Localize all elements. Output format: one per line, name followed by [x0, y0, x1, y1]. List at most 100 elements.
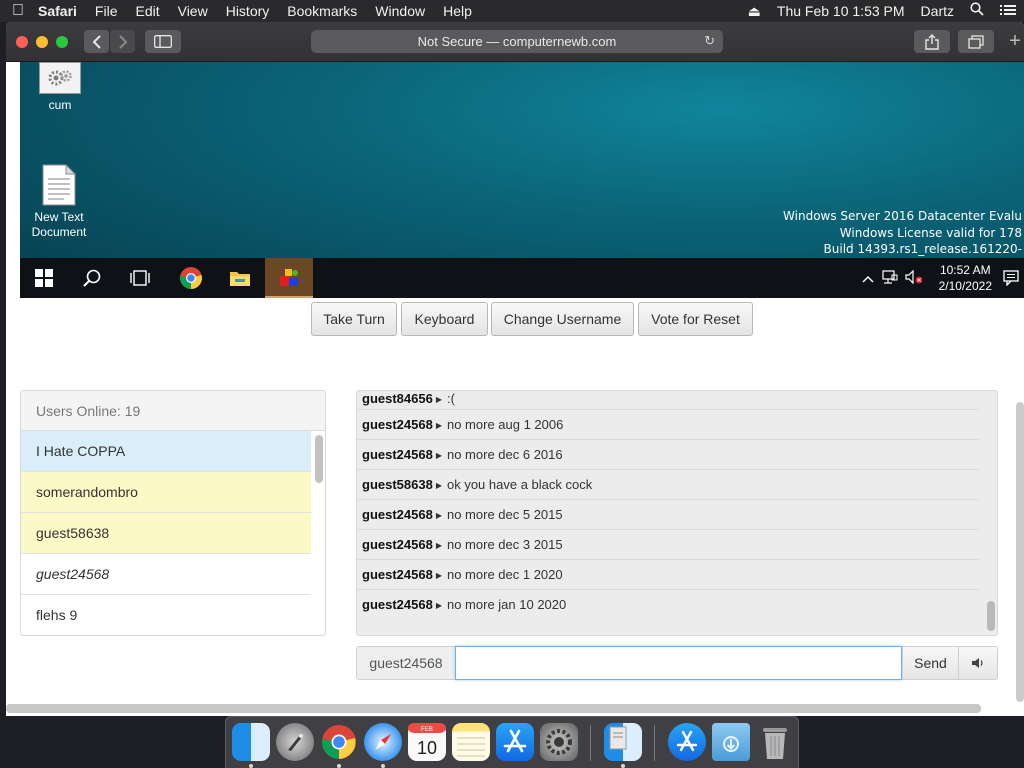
menu-bookmarks[interactable]: Bookmarks [278, 0, 366, 22]
menu-history[interactable]: History [217, 0, 279, 22]
chat-text: :( [446, 391, 455, 406]
chat-username: guest24568 [362, 447, 433, 462]
chrome-taskbar-icon[interactable] [167, 258, 215, 298]
windows-taskbar: 10:52 AM 2/10/2022 [20, 258, 1024, 298]
volume-muted-icon[interactable] [902, 269, 926, 287]
chat-scrollbar-thumb[interactable] [987, 601, 995, 631]
window-close-button[interactable] [16, 36, 28, 48]
chat-username: guest24568 [362, 567, 433, 582]
share-icon [925, 33, 939, 50]
system-tray [858, 258, 926, 298]
applications-folder-icon[interactable] [668, 723, 706, 761]
user-list-item-self[interactable]: guest24568 [21, 554, 311, 595]
chat-message-input[interactable] [455, 646, 902, 680]
desktop-icon-new-text-document[interactable]: New Text Document [20, 163, 99, 240]
apple-icon[interactable]:  [0, 2, 36, 20]
chat-username: guest84656 [362, 391, 433, 406]
user-list-item[interactable]: guest58638 [21, 513, 311, 554]
chat-message: guest24568 ▶ no more dec 3 2015 [357, 530, 979, 560]
share-button[interactable] [914, 30, 950, 53]
vote-for-reset-button[interactable]: Vote for Reset [638, 302, 753, 336]
eject-icon[interactable]: ⏏ [740, 0, 769, 22]
windows-start-icon[interactable] [20, 258, 68, 298]
svg-text:FEB: FEB [421, 727, 433, 733]
spotlight-search-icon[interactable] [962, 0, 992, 22]
windows-clock[interactable]: 10:52 AM 2/10/2022 [939, 262, 992, 294]
running-indicator [621, 764, 625, 768]
caret-right-icon: ▶ [435, 481, 442, 490]
forward-button[interactable] [110, 30, 135, 53]
calendar-icon[interactable]: FEB 10 [408, 723, 446, 761]
tabs-overview-button[interactable] [958, 30, 994, 53]
caret-right-icon: ▶ [435, 421, 442, 430]
chat-username-label: guest24568 [356, 646, 456, 680]
keyboard-button[interactable]: Keyboard [401, 302, 488, 336]
window-zoom-button[interactable] [56, 36, 68, 48]
notes-icon[interactable] [452, 723, 490, 761]
safari-window: Not Secure — computernewb.com ↻ + cum Ne… [6, 22, 1024, 716]
back-button[interactable] [84, 30, 109, 53]
user-list-item[interactable]: I Hate COPPA [21, 431, 311, 472]
menu-edit[interactable]: Edit [126, 0, 168, 22]
caret-right-icon: ▶ [435, 541, 442, 550]
app-taskbar-icon-active[interactable] [265, 258, 313, 298]
app-store-icon[interactable] [496, 723, 534, 761]
desktop-icon-cum[interactable]: cum [20, 62, 100, 113]
menubar-user[interactable]: Dartz [913, 0, 962, 22]
running-indicator [381, 764, 385, 768]
users-scrollbar-thumb[interactable] [315, 435, 323, 483]
reload-icon[interactable]: ↻ [704, 33, 715, 49]
clock-time: 10:52 AM [939, 263, 991, 277]
window-minimize-button[interactable] [36, 36, 48, 48]
finder-window-icon[interactable] [604, 723, 642, 761]
chat-scrollbar[interactable] [987, 395, 995, 633]
menu-view[interactable]: View [169, 0, 217, 22]
safari-toolbar: Not Secure — computernewb.com ↻ + [6, 22, 1024, 62]
desktop-icon-label: cum [48, 98, 72, 112]
chat-username: guest24568 [362, 537, 433, 552]
menu-file[interactable]: File [86, 0, 127, 22]
chrome-icon[interactable] [320, 723, 358, 761]
running-indicator [249, 764, 253, 768]
notifications-icon[interactable] [996, 258, 1024, 298]
users-online-panel: Users Online: 19 I Hate COPPA somerandom… [20, 390, 326, 636]
windows-search-icon[interactable] [68, 258, 116, 298]
new-tab-button[interactable]: + [1006, 30, 1024, 53]
take-turn-button[interactable]: Take Turn [311, 302, 397, 336]
safari-compass-icon[interactable] [364, 723, 402, 761]
task-view-icon[interactable] [116, 258, 164, 298]
sidebar-toggle-button[interactable] [145, 30, 181, 53]
launchpad-icon[interactable] [276, 723, 314, 761]
send-button[interactable]: Send [902, 646, 959, 680]
page-horizontal-scrollbar[interactable] [6, 704, 981, 713]
settings-file-icon [39, 62, 81, 94]
control-center-icon[interactable] [992, 0, 1024, 22]
system-preferences-icon[interactable] [540, 723, 578, 761]
chat-text: no more dec 1 2020 [446, 567, 563, 582]
file-explorer-icon[interactable] [216, 258, 264, 298]
users-scrollbar[interactable] [315, 433, 323, 633]
chat-text: no more dec 6 2016 [446, 447, 563, 462]
finder-icon[interactable] [232, 723, 270, 761]
change-username-button[interactable]: Change Username [491, 302, 634, 336]
chat-username: guest58638 [362, 477, 433, 492]
page-vertical-scrollbar[interactable] [1016, 402, 1024, 702]
menubar-status: ⏏ Thu Feb 10 1:53 PM Dartz [740, 0, 1024, 22]
menu-window[interactable]: Window [366, 0, 434, 22]
downloads-folder-icon[interactable] [712, 723, 750, 761]
menu-app-name[interactable]: Safari [36, 0, 86, 22]
address-bar[interactable]: Not Secure — computernewb.com ↻ [311, 30, 723, 53]
watermark-line-2: Windows License valid for 178 [839, 225, 1022, 240]
network-icon[interactable] [878, 269, 902, 287]
remote-desktop-screen[interactable]: cum New Text Document Windows Server 201… [20, 62, 1024, 298]
user-list-item[interactable]: somerandombro [21, 472, 311, 513]
speaker-icon [972, 658, 983, 668]
trash-icon[interactable] [756, 723, 794, 761]
user-list-item[interactable]: flehs 9 [21, 595, 311, 635]
sound-toggle-button[interactable] [958, 646, 998, 680]
menubar-datetime[interactable]: Thu Feb 10 1:53 PM [769, 0, 913, 22]
chat-message: guest84656 ▶:( [357, 391, 979, 410]
svg-text:10: 10 [417, 738, 437, 758]
menu-help[interactable]: Help [434, 0, 481, 22]
chevron-up-icon[interactable] [858, 270, 878, 286]
